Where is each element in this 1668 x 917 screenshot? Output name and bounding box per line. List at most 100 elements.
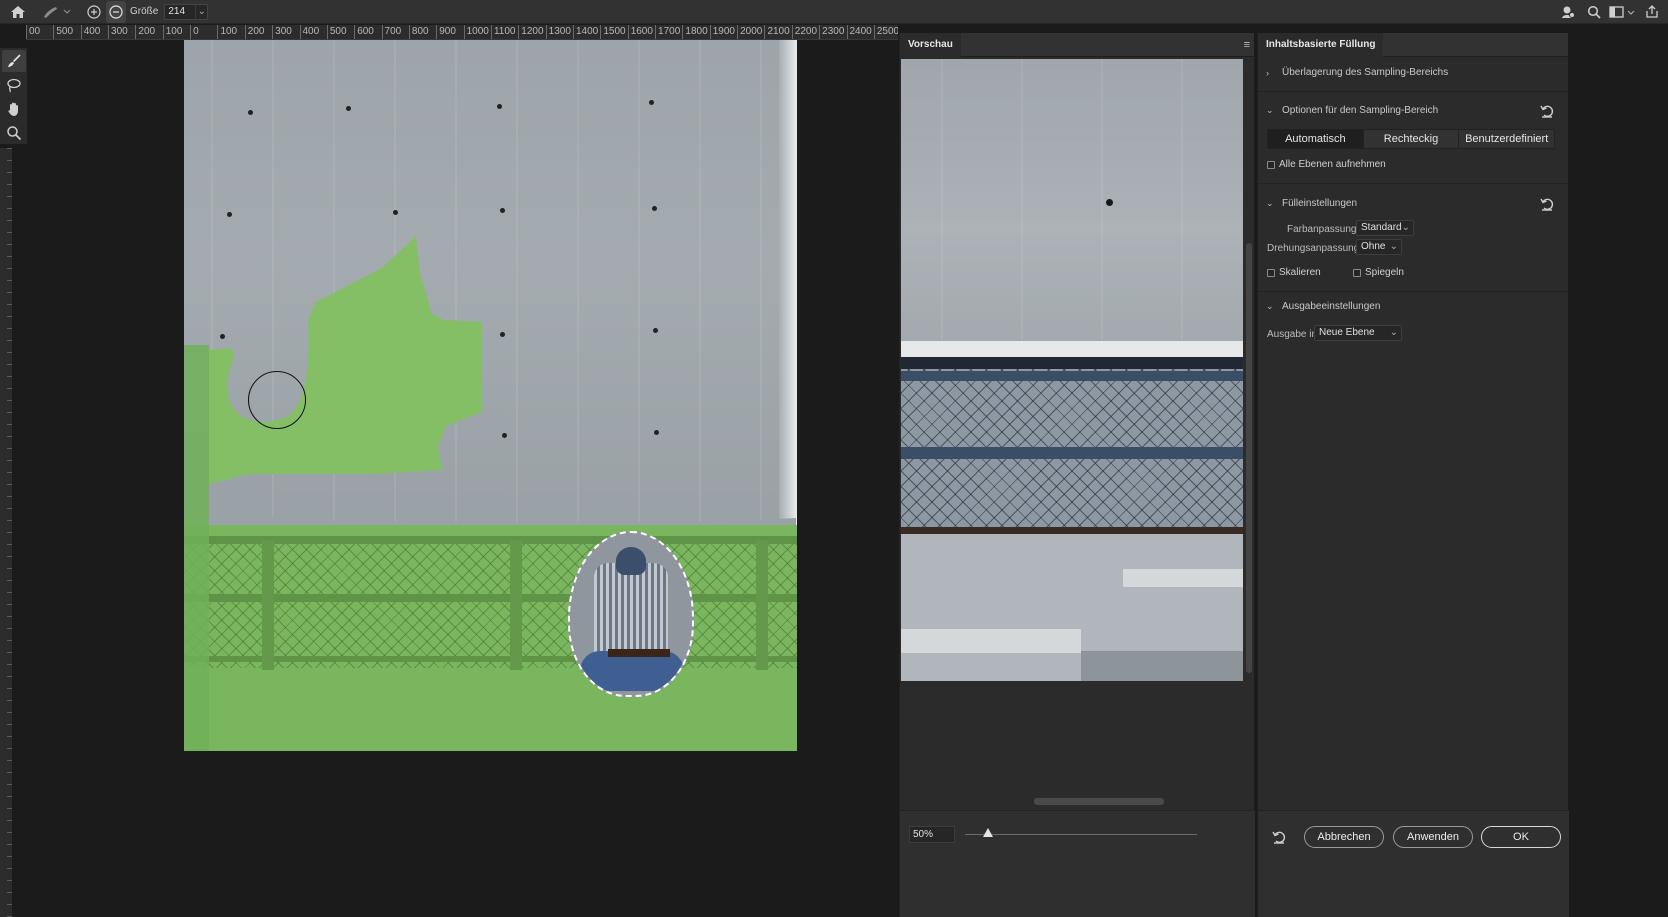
sampling-section-toggle[interactable]: ⌄ Optionen für den Sampling-Bereich [1266,105,1438,116]
ruler-tick-label: 00 [26,25,40,39]
ruler-tick-label: 1900 [709,25,735,39]
sampling-mode-custom[interactable]: Benutzerdefiniert [1459,130,1554,148]
output-label: Ausgabe in [1267,329,1318,340]
output-section-toggle[interactable]: ⌄ Ausgabeeinstellungen [1266,301,1380,312]
hand-icon [7,102,18,116]
rotation-adapt-value: Ohne [1361,241,1386,252]
ruler-tick-label: 400 [80,25,100,39]
options-bar: Größe 214 ⌄ [0,0,1668,24]
tab-content-aware-fill[interactable]: Inhaltsbasierte Füllung [1258,32,1384,57]
zoom-tool[interactable] [2,122,26,144]
brush-cursor [248,371,306,429]
preview-scrollbar-horizontal[interactable] [1034,798,1164,805]
ruler-tick-label: 500 [326,25,347,39]
size-label: Größe [130,6,159,17]
sampling-mode-rectangular[interactable]: Rechteckig [1364,130,1460,148]
cancel-button[interactable]: Abbrechen [1304,826,1384,848]
scale-label: Skalieren [1279,267,1321,278]
ok-button[interactable]: OK [1481,826,1561,848]
preview-image[interactable] [901,59,1243,681]
preview-zoom-bar: 50% [900,810,1255,917]
ruler-tick-label: 300 [272,25,292,39]
sampling-overlay-shape [184,236,796,530]
rotation-adapt-label: Drehungsanpassung [1267,243,1360,254]
color-adapt-value: Standard [1361,222,1402,233]
overlay-section-toggle[interactable]: › Überlagerung des Sampling-Bereichs [1266,67,1448,78]
reset-all-icon[interactable] [1272,830,1286,844]
search-icon[interactable] [1582,1,1606,23]
preview-shadow [901,357,1243,369]
divider [1258,183,1569,184]
overlay-section-title: Überlagerung des Sampling-Bereichs [1282,67,1449,78]
fill-section-toggle[interactable]: ⌄ Fülleinstellungen [1266,198,1357,209]
all-layers-checkbox[interactable]: Alle Ebenen aufnehmen [1267,159,1386,170]
plus-circle-icon[interactable] [82,1,106,23]
rotation-adapt-dropdown[interactable]: Ohne ⌄ [1356,239,1402,255]
divider [1258,291,1569,292]
mirror-checkbox[interactable]: Spiegeln [1353,267,1404,278]
ruler-tick-label: 1200 [518,25,544,39]
topbar-right-tools [1556,0,1664,24]
tools-panel [0,48,27,144]
preview-rail [901,447,1243,459]
chevron-down-icon: ⌄ [1401,222,1410,233]
sampling-brush-tool[interactable] [1,50,26,72]
fence-rail [184,536,797,544]
sampling-mode-automatic[interactable]: Automatisch [1268,130,1364,148]
home-icon[interactable] [6,1,30,23]
fence-post [756,540,768,670]
chevron-down-icon: ⌄ [1389,327,1398,338]
ruler-tick-label: 400 [299,25,319,39]
checkbox-box [1267,160,1275,169]
fence-mesh [184,538,797,668]
share-icon[interactable] [1640,1,1664,23]
ruler-tick-label: 700 [381,25,401,39]
size-input[interactable]: 214 ⌄ [164,3,209,20]
reset-icon[interactable] [1540,197,1554,211]
ruler-tick-label: 100 [162,25,182,39]
output-section-title: Ausgabeeinstellungen [1282,301,1381,312]
preview-step [1123,569,1243,587]
ruler-tick-label: 1700 [655,25,680,39]
hand-tool[interactable] [2,98,26,120]
workspace-layout-icon[interactable] [1608,1,1638,23]
tab-preview[interactable]: Vorschau [900,32,961,57]
content-aware-fill-panel: Inhaltsbasierte Füllung › Überlagerung d… [1257,32,1569,917]
preview-wall-hole [1106,199,1113,206]
ruler-tick-label: 2500 [873,25,898,39]
fence-rail [184,594,797,602]
ruler-tick-label: 1800 [682,25,708,39]
all-layers-label: Alle Ebenen aufnehmen [1279,159,1386,170]
zoom-slider[interactable] [965,834,1197,835]
zoom-input[interactable]: 50% [909,826,955,843]
preview-scrollbar-vertical[interactable] [1246,243,1252,673]
mirror-label: Spiegeln [1365,267,1404,278]
color-adapt-dropdown[interactable]: Standard ⌄ [1356,220,1414,236]
output-dropdown[interactable]: Neue Ebene ⌄ [1314,325,1402,341]
apply-button[interactable]: Anwenden [1393,826,1473,848]
lasso-tool[interactable] [2,74,26,96]
brush-icon [7,54,21,67]
fill-selection-marquee[interactable] [568,531,694,697]
chevron-down-icon: ⌄ [1266,105,1274,115]
ruler-tick-label: 100 [217,25,237,39]
reset-icon[interactable] [1540,104,1554,118]
ruler-tick-label: 2300 [819,25,844,39]
ruler-tick-label: 1100 [490,25,515,39]
preview-ledge [901,341,1243,357]
minus-circle-icon[interactable] [106,0,126,23]
person-jeans [580,651,684,691]
panel-menu-icon[interactable]: ≡ [1244,39,1250,51]
document-canvas[interactable] [184,40,797,751]
zoom-slider-thumb[interactable] [983,828,994,837]
checkbox-box [1353,268,1361,277]
user-learn-icon[interactable] [1556,1,1580,23]
chevron-down-icon[interactable]: ⌄ [195,4,207,19]
checkbox-box [1267,268,1275,277]
brush-preset-icon[interactable] [40,1,74,23]
chevron-down-icon: ⌄ [1266,301,1274,311]
scale-checkbox[interactable]: Skalieren [1267,267,1321,278]
fence-post [262,540,274,670]
zoom-icon [6,126,21,141]
preview-rail [901,371,1243,381]
